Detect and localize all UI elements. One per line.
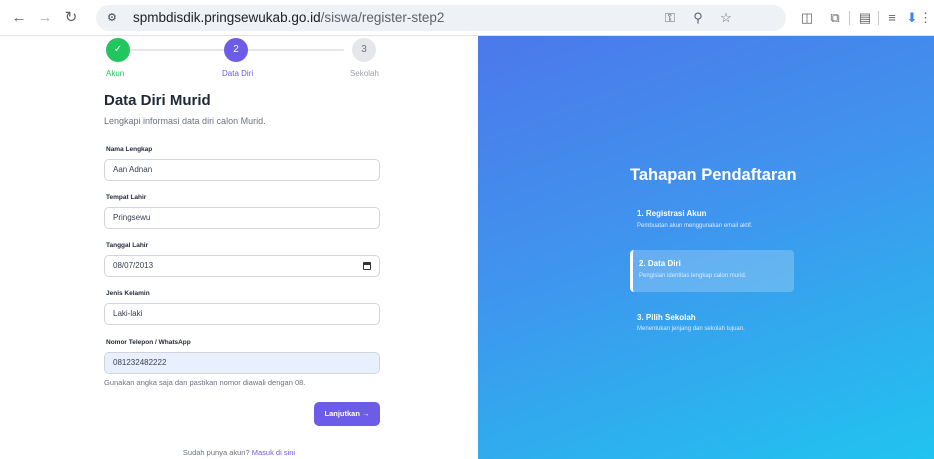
- stage-title: 2. Data Diri: [639, 259, 681, 268]
- forward-arrow-icon[interactable]: →: [36, 9, 54, 27]
- phone-hint: Gunakan angka saja dan pastikan nomor di…: [104, 378, 306, 387]
- birthplace-input[interactable]: Pringsewu: [104, 207, 380, 229]
- stage-desc: Pengisian identitas lengkap calon murid.: [639, 273, 747, 279]
- password-key-icon[interactable]: ⚿: [662, 10, 678, 26]
- step-connector: [130, 49, 226, 51]
- birthdate-value: 08/07/2013: [113, 261, 154, 270]
- stage-title: 3. Pilih Sekolah: [637, 313, 696, 322]
- login-prompt: Sudah punya akun? Masuk di sini: [0, 448, 478, 457]
- toolbar-divider: [849, 11, 850, 25]
- extensions-icon[interactable]: ⧉: [826, 9, 844, 27]
- zoom-icon[interactable]: ⚲: [690, 10, 706, 26]
- birthplace-label: Tempat Lahir: [106, 194, 147, 201]
- full-name-label: Nama Lengkap: [106, 146, 153, 153]
- step-3-label: Sekolah: [350, 69, 379, 78]
- step-2-circle: 2: [224, 38, 248, 62]
- menu-icon[interactable]: ⋮: [919, 9, 932, 27]
- browser-toolbar: ← → ↻ ⚙ spmbdisdik.pringsewukab.go.id/si…: [0, 0, 934, 36]
- form-pane: [0, 36, 478, 459]
- page-title: Data Diri Murid: [104, 92, 211, 109]
- side-panel-icon[interactable]: ▤: [856, 9, 874, 27]
- star-icon[interactable]: ☆: [718, 10, 734, 26]
- stage-1: 1. Registrasi Akun Pembuatan akun menggu…: [630, 203, 794, 239]
- stage-2-active: 2. Data Diri Pengisian identitas lengkap…: [630, 250, 794, 292]
- toolbar-divider: [878, 11, 879, 25]
- step-1-circle: ✓: [106, 38, 130, 62]
- next-button[interactable]: Lanjutkan →: [314, 402, 380, 426]
- url-text[interactable]: spmbdisdik.pringsewukab.go.id/siswa/regi…: [133, 10, 444, 25]
- stage-title: 1. Registrasi Akun: [637, 209, 707, 218]
- phone-input[interactable]: 081232482222: [104, 352, 380, 374]
- gender-input[interactable]: Laki-laki: [104, 303, 380, 325]
- stage-desc: Menentukan jenjang dan sekolah tujuan.: [637, 326, 745, 332]
- birthdate-input[interactable]: 08/07/2013: [104, 255, 380, 277]
- calendar-icon[interactable]: [363, 262, 371, 270]
- full-name-input[interactable]: Aan Adnan: [104, 159, 380, 181]
- step-3-circle: 3: [352, 38, 376, 62]
- address-bar[interactable]: ⚙ spmbdisdik.pringsewukab.go.id/siswa/re…: [96, 5, 786, 31]
- step-connector: [248, 49, 344, 51]
- step-2-label: Data Diri: [222, 69, 254, 78]
- site-info-icon[interactable]: ⚙: [107, 11, 121, 25]
- stage-desc: Pembuatan akun menggunakan email aktif.: [637, 223, 753, 229]
- stage-3: 3. Pilih Sekolah Menentukan jenjang dan …: [630, 307, 794, 343]
- reload-icon[interactable]: ↻: [62, 9, 80, 27]
- page-subtitle: Lengkapi informasi data diri calon Murid…: [104, 116, 266, 126]
- info-title: Tahapan Pendaftaran: [630, 166, 797, 184]
- gender-label: Jenis Kelamin: [106, 290, 150, 297]
- login-link[interactable]: Masuk di sini: [252, 448, 295, 457]
- info-panel: [478, 36, 934, 459]
- birthdate-label: Tanggal Lahir: [106, 242, 149, 249]
- phone-label: Nomor Telepon / WhatsApp: [106, 339, 191, 346]
- screenshot-icon[interactable]: ◫: [798, 9, 816, 27]
- reading-list-icon[interactable]: ≡: [883, 9, 901, 27]
- login-prompt-text: Sudah punya akun?: [182, 448, 250, 457]
- step-1-label: Akun: [106, 69, 125, 78]
- back-arrow-icon[interactable]: ←: [10, 9, 28, 27]
